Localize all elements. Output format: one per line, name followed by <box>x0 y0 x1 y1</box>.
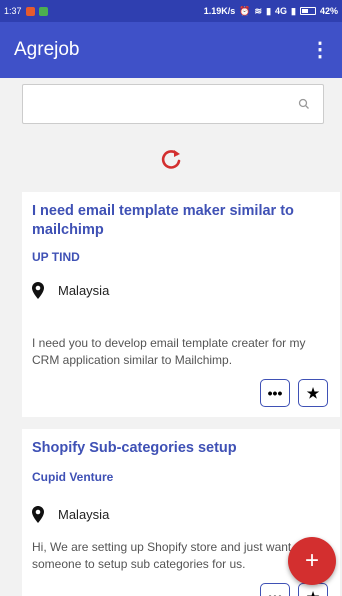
job-title[interactable]: I need email template maker similar to m… <box>32 202 328 240</box>
battery-level: 42% <box>319 6 338 16</box>
more-options-button[interactable]: ••• <box>260 379 290 407</box>
job-title[interactable]: Shopify Sub-categories setup <box>32 439 328 458</box>
location-pin-icon <box>32 282 44 299</box>
message-icon <box>38 6 48 16</box>
alarm-icon: ⏰ <box>239 5 251 16</box>
add-job-fab[interactable]: + <box>288 537 336 585</box>
company-name: UP TIND <box>32 250 80 264</box>
job-description: I need you to develop email template cre… <box>32 336 306 367</box>
status-time: 1:37 <box>4 6 22 16</box>
refresh-container <box>0 124 342 192</box>
signal-icon-2: ▮ <box>291 5 296 16</box>
company-name: Cupid Venture <box>32 470 114 484</box>
network-speed: 1.19K/s <box>203 6 236 16</box>
location-text: Malaysia <box>58 283 110 298</box>
location-row: Malaysia <box>32 506 328 523</box>
network-type: 4G <box>275 6 288 16</box>
favorite-button[interactable]: ★ <box>298 379 328 407</box>
overflow-menu-icon[interactable]: ⋮ <box>310 40 330 60</box>
status-bar: 1:37 1.19K/s ⏰ ≋ ▮ 4G ▮ 42% <box>0 0 342 22</box>
card-actions: ••• ★ <box>32 583 328 596</box>
search-container <box>0 78 342 124</box>
card-actions: ••• ★ <box>32 379 328 407</box>
location-row: Malaysia <box>32 282 328 299</box>
signal-icon: ▮ <box>266 5 272 16</box>
app-title: Agrejob <box>14 39 80 60</box>
app-bar: Agrejob ⋮ <box>0 22 342 78</box>
battery-icon <box>299 7 316 15</box>
more-options-button[interactable]: ••• <box>260 583 290 596</box>
location-text: Malaysia <box>58 507 110 522</box>
location-pin-icon <box>32 506 44 523</box>
wifi-icon: ≋ <box>254 5 263 16</box>
job-description: Hi, We are setting up Shopify store and … <box>32 540 292 571</box>
notification-icon <box>25 6 35 16</box>
refresh-icon[interactable] <box>158 146 184 172</box>
job-card[interactable]: I need email template maker similar to m… <box>22 192 340 417</box>
search-icon[interactable] <box>297 97 311 111</box>
search-input[interactable] <box>22 84 324 124</box>
